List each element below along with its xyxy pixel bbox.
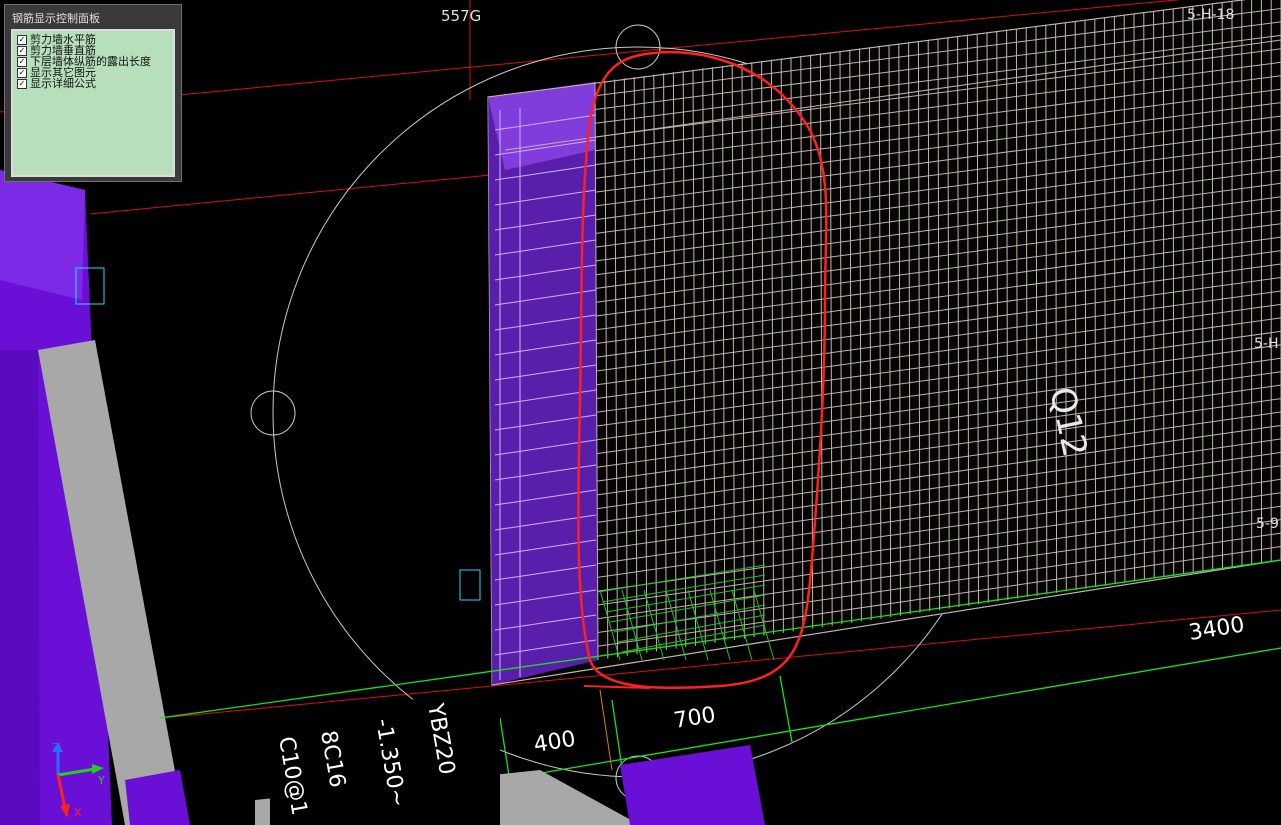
axis-label-right-low: 5-9: [1256, 516, 1279, 532]
left-wall-elements: [0, 170, 190, 825]
wall-q12[interactable]: [487, 0, 1281, 686]
checkbox-checked-icon[interactable]: ✓: [17, 56, 27, 67]
vertical-rebar: [1133, 13, 1136, 582]
gizmo-x-label: X: [74, 806, 82, 819]
column-marker: [459, 569, 481, 601]
vertical-rebar: [1162, 9, 1165, 578]
rebar-display-control-panel[interactable]: 钢筋显示控制面板 ✓ 剪力墙水平筋 ✓ 剪力墙垂直筋 ✓ 下层墙体纵筋的露出长度…: [4, 4, 182, 182]
gizmo-z-label: Z: [52, 741, 60, 754]
checkbox-checked-icon[interactable]: ✓: [17, 78, 27, 89]
dimension-segment-a: 400: [532, 727, 577, 758]
lower-wall: [620, 745, 765, 825]
checkbox-checked-icon[interactable]: ✓: [17, 45, 27, 56]
axis-label-right-mid: 5-H: [1254, 336, 1279, 352]
panel-title: 钢筋显示控制面板: [12, 12, 100, 25]
vertical-rebar: [1123, 14, 1126, 583]
option-show-detailed-formula[interactable]: ✓ 显示详细公式: [17, 78, 169, 89]
vertical-rebar: [1143, 12, 1145, 581]
gizmo-y-label: Y: [97, 774, 105, 787]
vertical-rebar: [1172, 8, 1175, 576]
option-label: 显示详细公式: [30, 77, 96, 90]
checkbox-checked-icon[interactable]: ✓: [17, 34, 27, 45]
column-edge-line: [599, 689, 613, 771]
3d-viewport[interactable]: 557G 5-H-18 5-H 5-9 Q12 3400 400 700 YBZ…: [0, 0, 1281, 825]
vertical-rebar: [1153, 11, 1155, 579]
axis-label-top: 557G: [441, 7, 481, 25]
dimension-segment-b: 700: [672, 703, 717, 734]
checkbox-checked-icon[interactable]: ✓: [17, 67, 27, 78]
vertical-rebar: [1113, 16, 1116, 585]
panel-options: ✓ 剪力墙水平筋 ✓ 剪力墙垂直筋 ✓ 下层墙体纵筋的露出长度 ✓ 显示其它图元…: [11, 29, 175, 177]
axis-label-right-top: 5-H-18: [1187, 7, 1234, 23]
dimension-total: 3400: [1187, 612, 1246, 645]
